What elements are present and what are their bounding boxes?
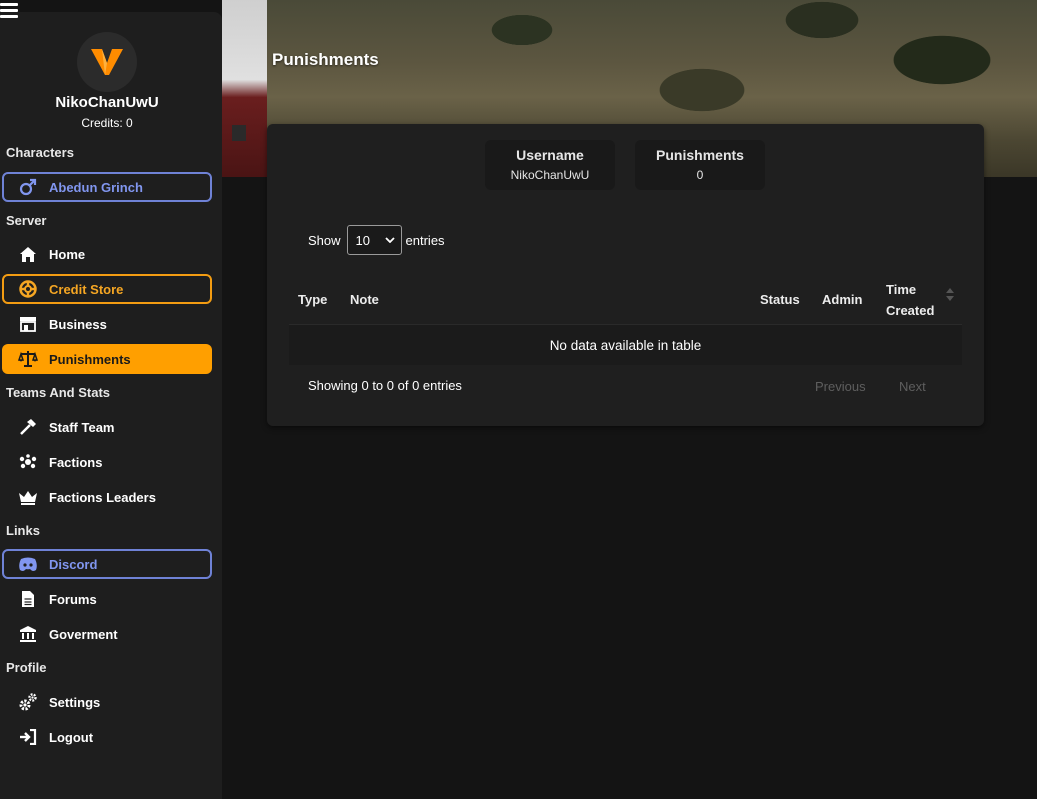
sidebar-item-staff-team[interactable]: Staff Team [2,412,212,442]
banner-building [222,0,267,177]
sidebar-item-discord[interactable]: Discord [2,549,212,579]
page-size-select[interactable]: 10 [346,225,402,255]
profile-credits: Credits: 0 [81,116,133,130]
sort-icon[interactable] [946,288,954,304]
document-icon [18,589,38,609]
section-profile: Profile [6,660,47,675]
page-size-control: Show 10 entries [308,225,445,255]
column-type[interactable]: Type [298,274,327,325]
landmark-icon [18,624,38,644]
store-icon [18,314,38,334]
sidebar-item-home[interactable]: Home [2,239,212,269]
sidebar-item-label: Credit Store [49,281,124,297]
sidebar-item-label: Forums [49,591,97,607]
column-time-created[interactable]: Time Created [886,274,946,325]
home-icon [18,244,38,264]
sidebar-item-label: Goverment [49,626,118,642]
sidebar-item-label: Staff Team [49,419,115,435]
sidebar-item-label: Settings [49,694,101,710]
sidebar-item-factions-leaders[interactable]: Factions Leaders [2,482,212,512]
v-logo-icon [91,49,123,75]
scale-icon [18,349,38,369]
column-admin[interactable]: Admin [822,274,862,325]
sidebar-item-punishments[interactable]: Punishments [2,344,212,374]
sidebar-item-label: Factions [49,454,103,470]
avatar [77,32,137,92]
sidebar-item-business[interactable]: Business [2,309,212,339]
sidebar-item-goverment[interactable]: Goverment [2,619,212,649]
punishments-stat-label: Punishments [656,147,744,163]
username-stat-value: NikoChanUwU [510,168,590,182]
sidebar-item-factions[interactable]: Factions [2,447,212,477]
profile-username: NikoChanUwU [55,94,159,111]
column-status[interactable]: Status [760,274,800,325]
column-note[interactable]: Note [350,274,379,325]
previous-button[interactable]: Previous [815,379,866,394]
sidebar-item-character[interactable]: Abedun Grinch [2,172,212,202]
sidebar-item-label: Factions Leaders [49,489,156,505]
sidebar-item-label: Business [49,316,107,332]
sidebar-item-label: Punishments [49,351,131,367]
sidebar-item-settings[interactable]: Settings [2,687,212,717]
sidebar-item-label: Home [49,246,86,262]
table-header: Type Note Status Admin Time Created [289,274,962,325]
section-characters: Characters [6,145,74,160]
chevron-down-icon [384,237,395,243]
hammer-icon [18,417,38,437]
sidebar-item-credit-store[interactable]: Credit Store [2,274,212,304]
table-empty-row: No data available in table [289,325,962,365]
next-button[interactable]: Next [899,379,926,394]
sidebar-item-forums[interactable]: Forums [2,584,212,614]
section-teams: Teams And Stats [6,385,111,400]
show-label: Show [308,232,341,248]
male-icon [18,177,38,197]
section-server: Server [6,213,47,228]
discord-icon [18,554,38,574]
table-info: Showing 0 to 0 of 0 entries [308,378,462,393]
lifebuoy-icon [18,279,38,299]
entries-label: entries [405,232,445,248]
sidebar-item-label: Abedun Grinch [49,179,143,195]
section-links: Links [6,523,40,538]
sidebar: NikoChanUwU Credits: 0 Characters Abedun… [0,12,222,799]
sidebar-item-label: Discord [49,556,98,572]
hamburger-icon[interactable] [0,3,18,21]
group-icon [18,452,38,472]
page-title: Punishments [272,50,379,69]
punishments-stat-value: 0 [696,168,704,182]
gears-icon [18,692,38,712]
punishments-card: Username NikoChanUwU Punishments 0 Show … [267,124,984,426]
sidebar-item-logout[interactable]: Logout [2,722,212,752]
username-stat-label: Username [516,147,584,163]
username-stat: Username NikoChanUwU [485,140,615,190]
punishments-stat: Punishments 0 [635,140,765,190]
sidebar-item-label: Logout [49,729,94,745]
page-size-value: 10 [355,232,370,248]
crown-icon [18,487,38,507]
logout-icon [18,727,38,747]
